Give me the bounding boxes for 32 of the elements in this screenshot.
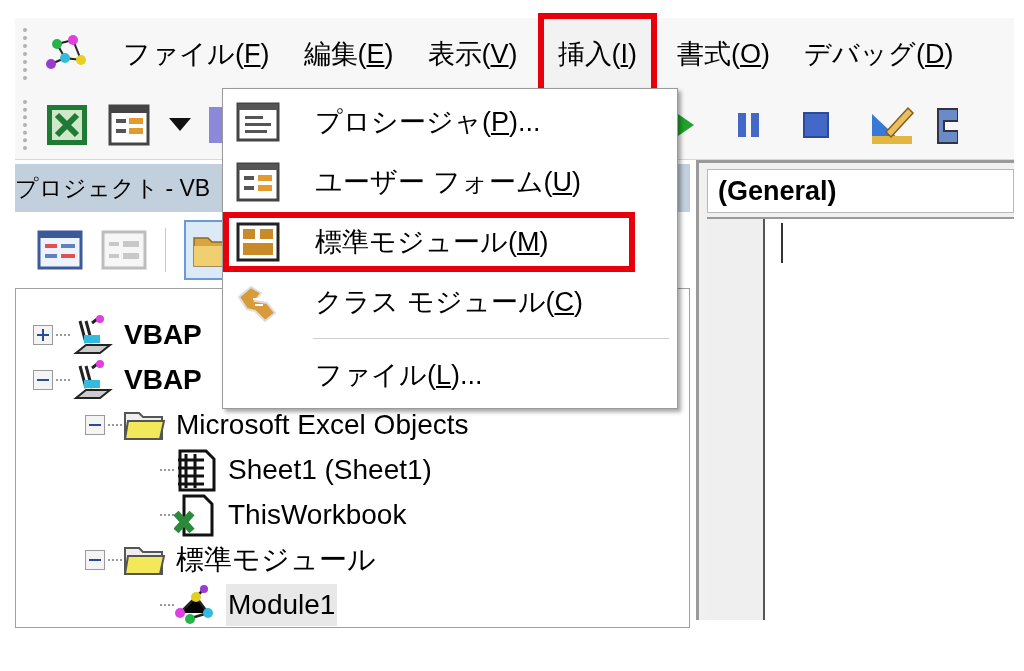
pause-icon[interactable] <box>736 110 762 139</box>
text-cursor <box>781 223 783 263</box>
menu-item[interactable]: 編集(E) <box>289 28 408 80</box>
collapse-button[interactable] <box>85 414 105 435</box>
view-code-icon[interactable] <box>37 230 83 270</box>
menu-item[interactable]: 表示(V) <box>413 28 532 80</box>
menu-item[interactable]: 書式(O) <box>663 28 785 80</box>
collapse-button[interactable] <box>85 549 105 570</box>
menu-item[interactable]: ファイル(F) <box>109 28 284 80</box>
tree-item[interactable]: Sheet1 (Sheet1) <box>226 448 434 491</box>
menu-item[interactable]: ユーザー フォーム(U) <box>223 152 677 212</box>
spreadsheet-icon[interactable] <box>45 102 89 147</box>
menu-item[interactable]: クラス モジュール(C) <box>223 272 677 332</box>
tree-item[interactable]: VBAP <box>122 358 204 401</box>
stop-icon[interactable] <box>802 110 830 139</box>
play-icon[interactable] <box>676 111 696 138</box>
tree-item[interactable]: 標準モジュール <box>174 538 378 581</box>
procedure-icon <box>235 101 281 143</box>
tree-item[interactable]: Module1 <box>226 583 338 626</box>
menu-item[interactable]: ファイル(L)... <box>223 345 677 405</box>
toolbar-grip[interactable] <box>23 28 27 80</box>
collapse-button[interactable] <box>33 369 53 390</box>
form-icon <box>235 161 281 203</box>
toolbar-grip[interactable] <box>23 99 27 150</box>
menu-item[interactable]: 標準モジュール(M) <box>223 212 635 272</box>
pane-title: プロジェクト - VB <box>15 173 211 203</box>
menu-item[interactable]: デバッグ(D) <box>790 28 968 80</box>
caret-icon[interactable] <box>169 117 191 132</box>
expand-button[interactable] <box>33 325 53 346</box>
form-icon[interactable] <box>107 102 151 147</box>
tree-item[interactable]: VBAP <box>122 314 204 357</box>
tree-item[interactable]: ThisWorkbook <box>226 493 409 536</box>
